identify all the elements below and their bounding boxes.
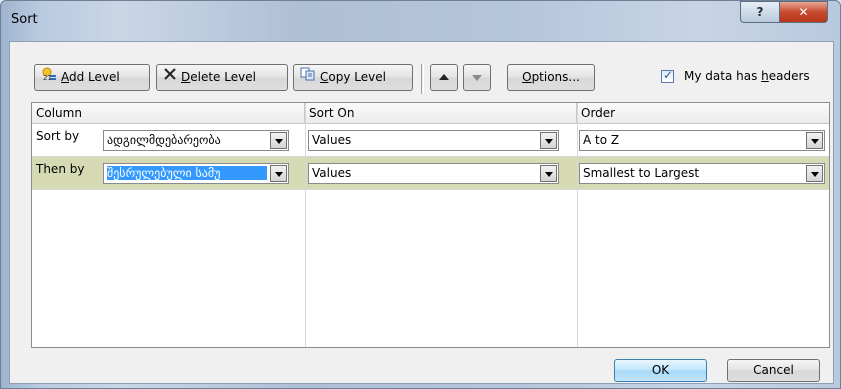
- delete-icon: [163, 65, 177, 90]
- chevron-down-icon[interactable]: [270, 132, 287, 149]
- add-level-accel: A: [61, 70, 69, 84]
- delete-level-accel: D: [181, 70, 191, 84]
- sort-on-select[interactable]: Values: [308, 163, 559, 184]
- column-header: Column: [32, 103, 305, 123]
- options-accel: O: [522, 70, 532, 84]
- help-button[interactable]: ?: [740, 1, 780, 23]
- arrow-down-icon: [472, 75, 482, 81]
- add-level-icon: 21: [41, 65, 57, 90]
- arrow-up-icon: [439, 74, 449, 80]
- sort-dialog: Sort ? ✕ 21 Add Level Delete Level Copy …: [0, 0, 841, 389]
- order-select[interactable]: Smallest to Largest: [579, 163, 825, 184]
- delete-level-button[interactable]: Delete Level: [156, 64, 288, 91]
- cancel-button[interactable]: Cancel: [727, 359, 820, 382]
- ok-button[interactable]: OK: [614, 359, 707, 382]
- sort-on-select[interactable]: Values: [308, 130, 559, 151]
- chevron-down-icon[interactable]: [540, 132, 557, 149]
- column-select[interactable]: შესრულებული სამუ: [103, 163, 289, 184]
- toolbar-separator: [421, 64, 424, 94]
- window-title: Sort: [11, 12, 38, 27]
- headers-checkbox[interactable]: ✓: [661, 68, 674, 83]
- column-value: ადგილმდებარეობა: [107, 133, 221, 147]
- sort-on-header: Sort On: [305, 103, 577, 123]
- copy-icon: [300, 65, 316, 90]
- title-bar: Sort ? ✕: [1, 1, 840, 41]
- order-header: Order: [581, 106, 616, 120]
- close-button[interactable]: ✕: [779, 1, 828, 23]
- row-label: Sort by: [36, 129, 80, 143]
- grid-divider: [577, 103, 578, 347]
- toolbar: 21 Add Level Delete Level Copy Level Opt…: [10, 42, 833, 96]
- headers-label-accel: h: [761, 69, 769, 83]
- add-level-label: dd Level: [69, 70, 120, 84]
- chevron-down-icon[interactable]: [540, 165, 557, 182]
- options-button[interactable]: Options...: [507, 64, 595, 91]
- order-select[interactable]: A to Z: [579, 130, 825, 151]
- sort-level-row[interactable]: Then by შესრულებული სამუ Values Smallest…: [32, 157, 829, 190]
- headers-label-end: eaders: [768, 69, 810, 83]
- chevron-down-icon[interactable]: [270, 165, 287, 182]
- close-icon: ✕: [798, 5, 809, 19]
- order-value: Smallest to Largest: [583, 166, 700, 180]
- sort-on-value: Values: [312, 133, 352, 147]
- headers-checkbox-label: My data has headers: [684, 69, 810, 83]
- column-select[interactable]: ადგილმდებარეობა: [103, 130, 289, 151]
- options-label: ptions...: [531, 70, 580, 84]
- dialog-body: 21 Add Level Delete Level Copy Level Opt…: [9, 41, 834, 384]
- delete-level-label: elete Level: [190, 70, 256, 84]
- help-icon: ?: [756, 5, 764, 19]
- headers-label-start: My data has: [684, 69, 762, 83]
- copy-level-button[interactable]: Copy Level: [293, 64, 413, 91]
- grid-divider: [305, 103, 306, 347]
- grid-header: Column Sort On Order: [32, 103, 829, 124]
- copy-level-label: opy Level: [328, 70, 386, 84]
- chevron-down-icon[interactable]: [806, 165, 823, 182]
- checkmark-icon: ✓: [663, 68, 674, 82]
- svg-text:21: 21: [43, 74, 52, 81]
- order-value: A to Z: [583, 133, 620, 147]
- move-up-button[interactable]: [430, 64, 458, 91]
- add-level-button[interactable]: 21 Add Level: [34, 64, 150, 91]
- chevron-down-icon[interactable]: [806, 132, 823, 149]
- sort-levels-grid: Column Sort On Order Sort by ადგილმდებარ…: [31, 102, 830, 348]
- column-value: შესრულებული სამუ: [107, 166, 267, 180]
- sort-level-row[interactable]: Sort by ადგილმდებარეობა Values A to Z: [32, 124, 829, 157]
- move-down-button[interactable]: [463, 64, 491, 91]
- sort-on-value: Values: [312, 166, 352, 180]
- row-label: Then by: [36, 162, 85, 176]
